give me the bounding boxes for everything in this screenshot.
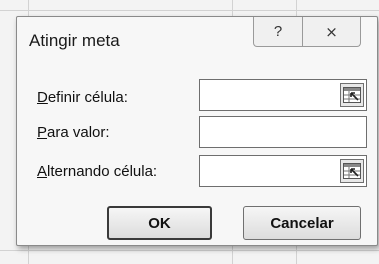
changing-cell-input[interactable] [199,155,367,187]
set-cell-input[interactable] [199,79,367,111]
help-button[interactable]: ? [253,17,303,47]
set-cell-label: Definir célula: [37,89,128,106]
dialog-title: Atingir meta [29,31,120,50]
changing-cell-label: Alternando célula: [37,163,158,180]
help-icon: ? [273,23,283,40]
grid-line [0,250,379,251]
set-cell-range-button[interactable] [340,83,364,107]
ok-button[interactable]: OK [107,206,212,240]
close-icon: ⨯ [325,23,338,41]
range-select-icon [343,163,361,179]
range-select-icon [343,87,361,103]
to-value-input[interactable] [199,116,367,148]
changing-cell-range-button[interactable] [340,159,364,183]
cancel-button[interactable]: Cancelar [243,206,361,240]
goal-seek-dialog: Atingir meta ? ⨯ Definir célula: Para va… [16,16,378,246]
close-button[interactable]: ⨯ [303,17,361,47]
grid-line [0,10,379,11]
to-value-label: Para valor: [37,124,110,141]
